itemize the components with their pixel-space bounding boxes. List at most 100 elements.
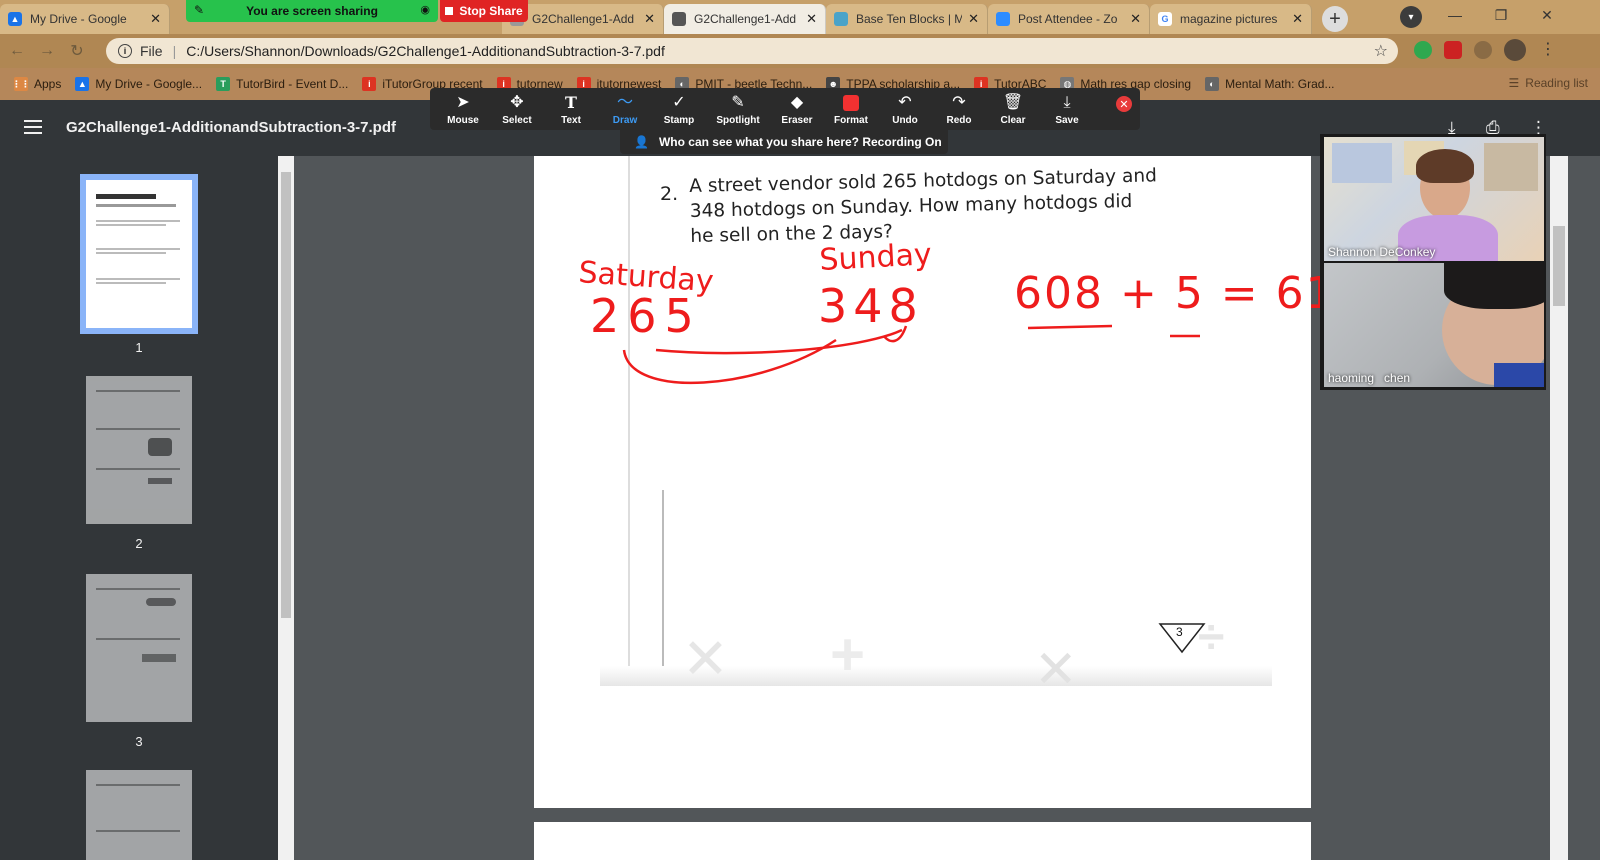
tab-title: G2Challenge1-Add: [532, 12, 635, 26]
page-thumbnail-1[interactable]: [86, 180, 192, 328]
tool-spotlight[interactable]: ✎ Spotlight: [706, 88, 770, 130]
bookmark-star-icon[interactable]: ☆: [1374, 41, 1388, 61]
video-tile-host[interactable]: Shannon DeConkey: [1324, 137, 1544, 261]
google-drive-icon: ▲: [8, 12, 22, 26]
url-text: C:/Users/Shannon/Downloads/G2Challenge1-…: [186, 43, 665, 59]
tab-title: Base Ten Blocks | M: [856, 12, 963, 26]
tab-search-icon[interactable]: ▾: [1400, 6, 1422, 28]
stop-share-label: Stop Share: [459, 4, 523, 18]
tool-label: Undo: [892, 114, 918, 126]
wall-poster: [1484, 143, 1538, 191]
shirt-shape: [1494, 363, 1544, 387]
browser-tab[interactable]: ▲ My Drive - Google ✕: [0, 4, 170, 34]
cursor-icon: ➤: [456, 93, 470, 111]
itutor-icon: i: [362, 77, 377, 91]
thumbnail-sidebar: 1 2 3: [0, 156, 278, 860]
tool-undo[interactable]: ↶ Undo: [878, 88, 932, 130]
viewer-scrollbar-thumb[interactable]: [1553, 226, 1565, 306]
scan-line: [662, 490, 664, 686]
browser-tab[interactable]: Base Ten Blocks | M ✕: [826, 4, 988, 34]
browser-tab[interactable]: G magazine pictures ✕: [1150, 4, 1312, 34]
reading-list-label: Reading list: [1525, 76, 1588, 90]
page-thumbnail-3[interactable]: [86, 574, 192, 722]
menu-hamburger-icon[interactable]: [24, 120, 42, 134]
close-window-button[interactable]: ✕: [1524, 0, 1570, 30]
ublock-icon[interactable]: [1444, 41, 1462, 59]
globe-icon: [672, 12, 686, 26]
tool-mouse[interactable]: ➤ Mouse: [436, 88, 490, 130]
browser-tab[interactable]: Post Attendee - Zo ✕: [988, 4, 1150, 34]
tool-eraser[interactable]: ◆ Eraser: [770, 88, 824, 130]
info-icon[interactable]: i: [118, 44, 132, 58]
forward-arrow-icon[interactable]: →: [34, 38, 60, 64]
page-thumbnail-4[interactable]: [86, 770, 192, 860]
puzzle-icon[interactable]: [1474, 41, 1492, 59]
participant-name: Shannon DeConkey: [1328, 245, 1436, 259]
security-icon: ◉: [420, 4, 430, 16]
tab-title: My Drive - Google: [30, 12, 127, 26]
new-tab-button[interactable]: +: [1322, 6, 1348, 32]
wand-icon: ✎: [731, 93, 745, 111]
bookmark-label: Mental Math: Grad...: [1225, 77, 1335, 91]
close-icon[interactable]: ✕: [968, 11, 979, 27]
tool-save[interactable]: ⤓ Save: [1040, 88, 1094, 130]
page-number: 3: [135, 734, 143, 749]
bookmark-item[interactable]: ▲ My Drive - Google...: [75, 77, 202, 91]
trash-icon: 🗑: [1002, 93, 1024, 111]
page-number: 2: [135, 536, 143, 551]
tool-text[interactable]: T Text: [544, 88, 598, 130]
back-arrow-icon[interactable]: ←: [4, 38, 30, 64]
tool-draw[interactable]: 〜 Draw: [598, 88, 652, 130]
google-drive-icon: ▲: [75, 77, 90, 91]
recording-notice-text: Who can see what you share here? Recordi…: [658, 135, 942, 149]
bookmark-apps[interactable]: ⋮⋮ Apps: [12, 77, 62, 91]
tool-label: Eraser: [781, 114, 813, 126]
sidebar-scrollbar-thumb[interactable]: [281, 172, 291, 618]
screen-sharing-indicator: ✎ You are screen sharing ◉: [186, 0, 438, 22]
close-annotation-icon[interactable]: ✕: [1116, 96, 1132, 112]
restore-button[interactable]: ❐: [1478, 0, 1524, 30]
browser-tab-active[interactable]: G2Challenge1-Add ✕: [664, 4, 826, 34]
close-icon[interactable]: ✕: [1130, 11, 1141, 27]
bookmark-label: TutorBird - Event D...: [236, 77, 349, 91]
page-badge-number: 3: [1176, 625, 1183, 639]
close-icon[interactable]: ✕: [644, 11, 655, 27]
address-bar[interactable]: i File | C:/Users/Shannon/Downloads/G2Ch…: [106, 38, 1398, 64]
close-icon[interactable]: ✕: [1292, 11, 1303, 27]
tool-select[interactable]: ✥ Select: [490, 88, 544, 130]
reading-list-button[interactable]: ☰ Reading list: [1509, 76, 1588, 90]
sharing-label: You are screen sharing: [246, 4, 378, 18]
extension-icon[interactable]: [1414, 41, 1432, 59]
move-icon: ✥: [510, 93, 524, 111]
bookmark-label: Apps: [34, 77, 62, 91]
close-icon[interactable]: ✕: [806, 11, 817, 27]
color-swatch-icon: [843, 94, 859, 111]
bookmark-item[interactable]: ◐ Mental Math: Grad...: [1205, 77, 1335, 91]
tab-title: G2Challenge1-Add: [694, 12, 797, 26]
wall-poster: [1332, 143, 1392, 183]
pdf-next-page: [534, 822, 1311, 860]
video-tile-participant[interactable]: haoming chen: [1324, 263, 1544, 387]
tool-redo[interactable]: ↷ Redo: [932, 88, 986, 130]
hair-shape: [1416, 149, 1474, 183]
tool-format[interactable]: Format: [824, 88, 878, 130]
bookmark-label: My Drive - Google...: [95, 77, 203, 91]
tool-label: Stamp: [663, 114, 695, 126]
tool-clear[interactable]: 🗑 Clear: [986, 88, 1040, 130]
stop-share-button[interactable]: Stop Share: [440, 0, 528, 22]
tool-label: Clear: [1000, 114, 1026, 126]
minimize-button[interactable]: —: [1432, 0, 1478, 30]
menu-icon[interactable]: ⋮: [1540, 39, 1558, 58]
page-thumbnail-2[interactable]: [86, 376, 192, 524]
redo-icon: ↷: [952, 93, 966, 111]
tool-label: Text: [561, 114, 581, 126]
recording-notice[interactable]: 👤 Who can see what you share here? Recor…: [620, 130, 948, 154]
hair-shape: [1444, 263, 1544, 309]
eraser-icon: ◆: [790, 93, 804, 111]
participant-name: haoming chen: [1328, 371, 1411, 385]
profile-avatar[interactable]: [1504, 39, 1526, 61]
tool-stamp[interactable]: ✓ Stamp: [652, 88, 706, 130]
bookmark-item[interactable]: T TutorBird - Event D...: [216, 77, 348, 91]
reload-icon[interactable]: ↻: [64, 38, 90, 64]
close-icon[interactable]: ✕: [150, 11, 161, 27]
